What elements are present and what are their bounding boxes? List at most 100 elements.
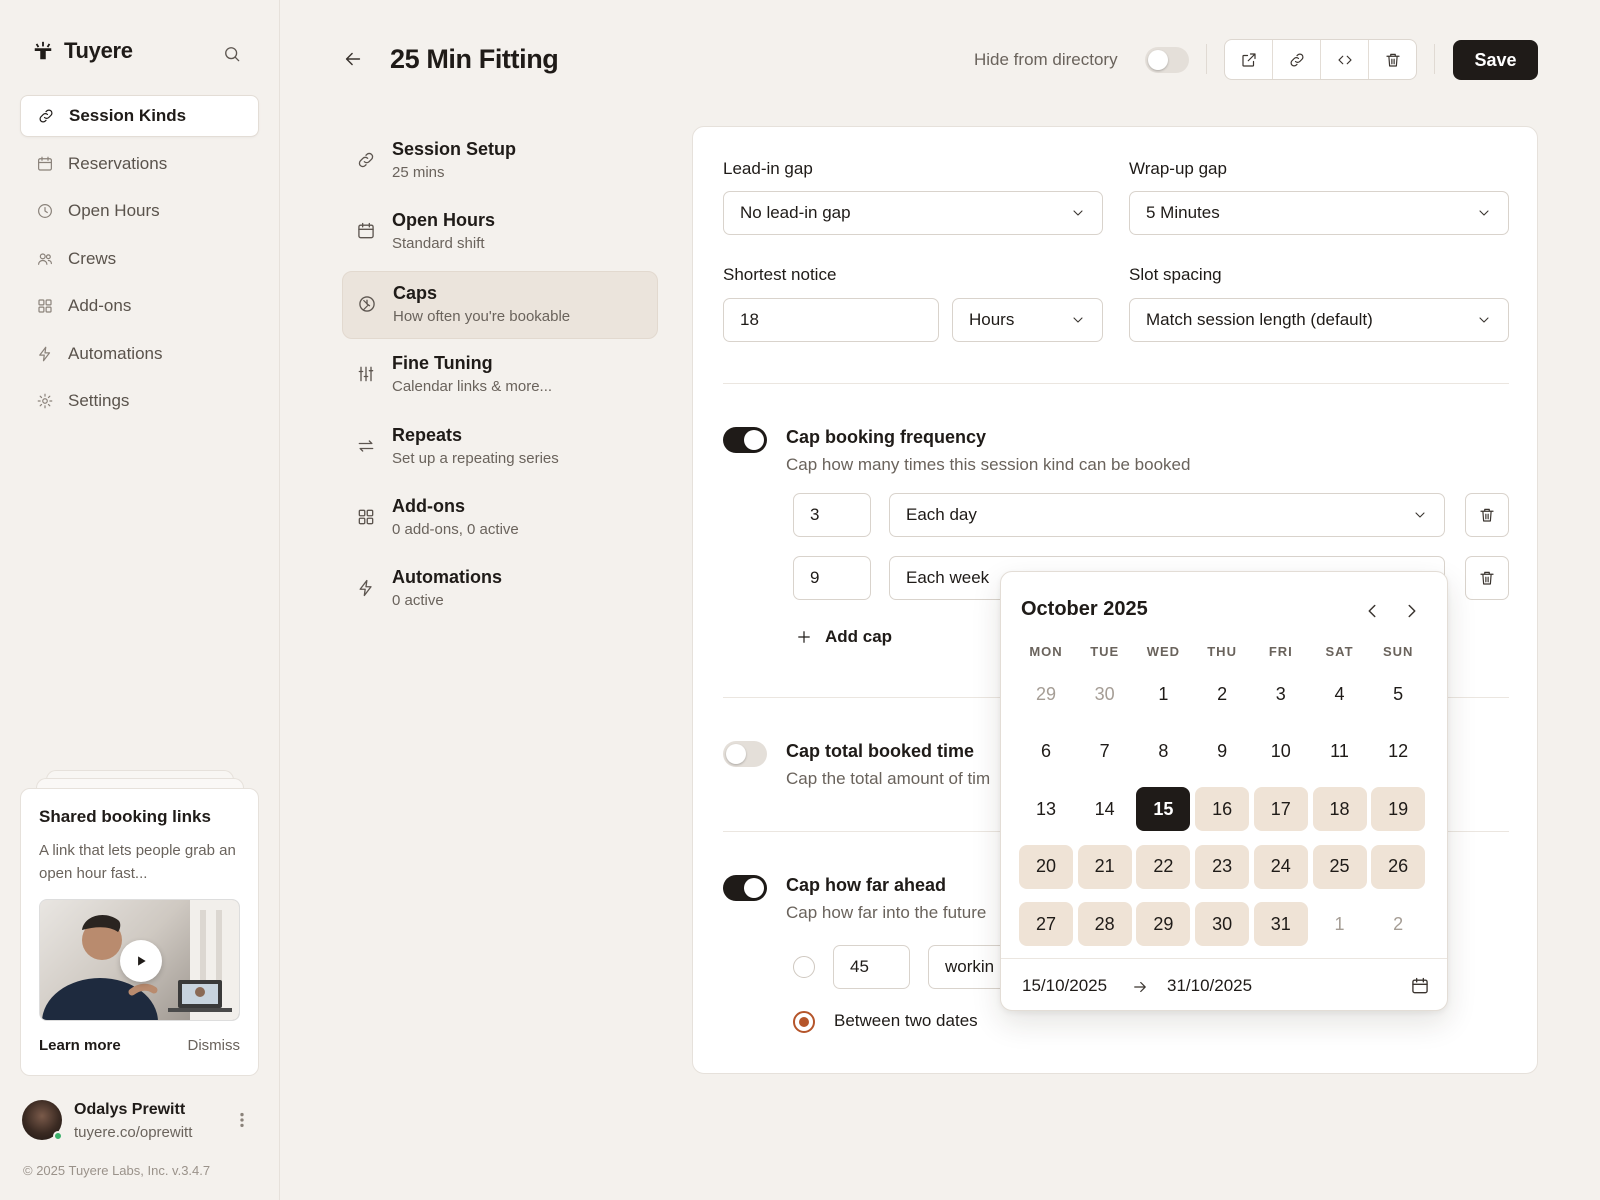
calendar-day[interactable]: 13 <box>1019 787 1073 831</box>
calendar-day[interactable]: 22 <box>1136 844 1191 889</box>
shortest-notice-input[interactable]: 18 <box>723 298 939 342</box>
delete-button[interactable] <box>1369 40 1416 79</box>
calendar-day[interactable]: 31 <box>1253 902 1308 946</box>
calendar-day[interactable]: 3 <box>1254 672 1308 716</box>
calendar-day[interactable]: 2 <box>1195 672 1249 716</box>
sidebar-item-label: Open Hours <box>68 201 160 220</box>
cap-total-time-toggle[interactable] <box>723 741 767 767</box>
sidebar-item-automations[interactable]: Automations <box>20 333 259 375</box>
promo-card: Shared booking links A link that lets pe… <box>20 788 259 1076</box>
days-ahead-radio[interactable] <box>793 956 815 978</box>
calendar-day[interactable]: 5 <box>1371 672 1425 716</box>
step-fine-tuning[interactable]: Fine Tuning Calendar links & more... <box>342 342 658 410</box>
range-start-date[interactable]: 15/10/2025 <box>1022 976 1107 996</box>
sidebar-item-add-ons[interactable]: Add-ons <box>20 285 259 327</box>
remove-cap-button[interactable] <box>1465 556 1509 600</box>
user-url: tuyere.co/oprewitt <box>74 1124 193 1141</box>
between-two-dates-radio[interactable] <box>793 1011 815 1033</box>
step-caps[interactable]: Caps How often you're bookable <box>342 270 658 339</box>
calendar-day[interactable]: 24 <box>1253 844 1308 889</box>
user-profile[interactable]: Odalys Prewitt tuyere.co/oprewitt <box>22 1100 262 1144</box>
cap-how-far-ahead-title: Cap how far ahead <box>786 875 947 895</box>
calendar-day[interactable]: 28 <box>1077 902 1132 946</box>
calendar-day[interactable]: 6 <box>1019 730 1073 774</box>
toggle-knob <box>1148 50 1168 70</box>
learn-more-link[interactable]: Learn more <box>39 1037 121 1054</box>
copy-link-button[interactable] <box>1273 40 1321 79</box>
step-repeats[interactable]: Repeats Set up a repeating series <box>342 414 658 482</box>
cap-frequency-subtitle: Cap how many times this session kind can… <box>786 455 1191 474</box>
calendar-day[interactable]: 17 <box>1253 787 1308 831</box>
repeat-icon <box>356 436 376 456</box>
sidebar-item-session-kinds[interactable]: Session Kinds <box>20 95 259 137</box>
sidebar-item-reservations[interactable]: Reservations <box>20 143 259 185</box>
calendar-day[interactable]: 25 <box>1312 844 1367 889</box>
calendar-day[interactable]: 21 <box>1077 844 1132 889</box>
brand[interactable]: Tuyere <box>32 38 133 64</box>
calendar-icon[interactable] <box>1410 976 1430 996</box>
sidebar: Tuyere Session Kinds Reservations Open H… <box>0 0 280 1200</box>
step-automations[interactable]: Automations 0 active <box>342 556 658 624</box>
calendar-day[interactable]: 8 <box>1136 730 1190 774</box>
calendar-day[interactable]: 18 <box>1312 787 1367 831</box>
calendar-day[interactable]: 14 <box>1078 787 1132 831</box>
calendar-day[interactable]: 11 <box>1313 730 1367 774</box>
calendar-day[interactable]: 1 <box>1313 902 1367 946</box>
calendar-day[interactable]: 29 <box>1019 672 1073 716</box>
step-session-setup[interactable]: Session Setup 25 mins <box>342 128 658 196</box>
step-open-hours[interactable]: Open Hours Standard shift <box>342 199 658 267</box>
lead-in-gap-select[interactable]: No lead-in gap <box>723 191 1103 235</box>
calendar-day[interactable]: 16 <box>1195 787 1250 831</box>
save-button[interactable]: Save <box>1453 40 1538 80</box>
calendar-day[interactable]: 10 <box>1254 730 1308 774</box>
slot-spacing-select[interactable]: Match session length (default) <box>1129 298 1509 342</box>
calendar-day[interactable]: 29 <box>1136 902 1191 946</box>
embed-code-button[interactable] <box>1321 40 1369 79</box>
chevron-right-icon[interactable] <box>1401 600 1423 622</box>
sidebar-item-open-hours[interactable]: Open Hours <box>20 190 259 232</box>
calendar-day[interactable]: 12 <box>1371 730 1425 774</box>
sidebar-item-crews[interactable]: Crews <box>20 238 259 280</box>
step-add-ons[interactable]: Add-ons 0 add-ons, 0 active <box>342 485 658 553</box>
chevron-left-icon[interactable] <box>1361 600 1383 622</box>
link-icon <box>37 107 55 125</box>
remove-cap-button[interactable] <box>1465 493 1509 537</box>
cap-how-far-ahead-toggle[interactable] <box>723 875 767 901</box>
calendar-day[interactable]: 26 <box>1371 844 1426 889</box>
between-two-dates-label: Between two dates <box>834 1011 978 1030</box>
step-title: Session Setup <box>392 139 517 159</box>
cap-count-input[interactable]: 9 <box>793 556 871 600</box>
sidebar-item-settings[interactable]: Settings <box>20 380 259 422</box>
open-external-button[interactable] <box>1225 40 1273 79</box>
copyright: © 2025 Tuyere Labs, Inc. v.3.4.7 <box>23 1163 211 1178</box>
more-vertical-icon[interactable] <box>232 1110 252 1130</box>
calendar-day[interactable]: 30 <box>1195 902 1250 946</box>
calendar-day[interactable]: 4 <box>1313 672 1367 716</box>
calendar-day[interactable]: 2 <box>1371 902 1425 946</box>
days-ahead-input[interactable]: 45 <box>833 945 910 989</box>
calendar-day[interactable]: 30 <box>1078 672 1132 716</box>
calendar-day[interactable]: 23 <box>1195 844 1250 889</box>
calendar-day[interactable]: 27 <box>1019 902 1073 946</box>
cap-count-input[interactable]: 3 <box>793 493 871 537</box>
calendar-day[interactable]: 19 <box>1371 787 1426 831</box>
hide-from-directory-toggle[interactable] <box>1145 47 1189 73</box>
calendar-day[interactable]: 20 <box>1019 844 1073 889</box>
calendar-day-selected[interactable]: 15 <box>1136 787 1191 831</box>
calendar-day[interactable]: 9 <box>1195 730 1249 774</box>
calendar-day[interactable]: 1 <box>1136 672 1190 716</box>
search-icon[interactable] <box>220 42 244 66</box>
back-button[interactable] <box>342 48 366 72</box>
promo-video-thumbnail[interactable] <box>39 899 240 1021</box>
dismiss-button[interactable]: Dismiss <box>188 1037 241 1054</box>
calendar-day[interactable]: 7 <box>1078 730 1132 774</box>
add-cap-button[interactable]: Add cap <box>795 627 892 647</box>
play-button[interactable] <box>120 940 162 982</box>
shortest-notice-unit-select[interactable]: Hours <box>952 298 1103 342</box>
range-end-date[interactable]: 31/10/2025 <box>1167 976 1252 996</box>
wrap-up-gap-select[interactable]: 5 Minutes <box>1129 191 1509 235</box>
toggle-knob <box>744 878 764 898</box>
cap-frequency-toggle[interactable] <box>723 427 767 453</box>
weekday-header: MON <box>1029 644 1063 659</box>
cap-period-select[interactable]: Each day <box>889 493 1445 537</box>
